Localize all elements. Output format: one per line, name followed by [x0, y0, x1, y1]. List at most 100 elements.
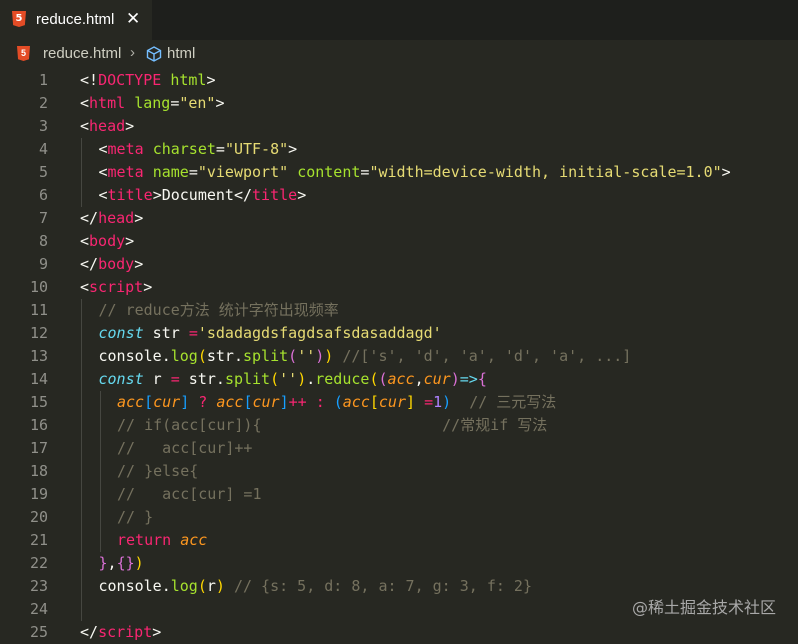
indent-guide: [99, 414, 101, 437]
code-token: head: [89, 117, 126, 135]
indent-guide: [81, 460, 82, 483]
code-line[interactable]: 16 // if(acc[cur]){ //常规if 写法: [0, 414, 798, 437]
code-token: meta: [107, 163, 144, 181]
code-token: ]: [406, 393, 416, 411]
line-number: 17: [29, 439, 48, 457]
code-text: const str ='sdadagdsfagdsafsdasaddagd': [99, 322, 442, 345]
code-token: <: [98, 186, 108, 204]
code-token: acc: [387, 370, 415, 388]
indent-guide: [81, 437, 82, 460]
code-token: ++: [288, 393, 307, 411]
code-token: <: [80, 232, 90, 250]
code-token: // }else{: [117, 462, 199, 480]
code-token: (: [197, 577, 207, 595]
code-token: // reduce方法 统计字符出现频率: [98, 301, 339, 319]
code-token: name: [152, 163, 189, 181]
code-line[interactable]: 18 // }else{: [0, 460, 798, 483]
code-token: ?: [198, 393, 208, 411]
indent-guide: [99, 483, 101, 506]
breadcrumb-element[interactable]: html: [167, 45, 195, 62]
breadcrumb-file[interactable]: reduce.html: [43, 45, 121, 62]
code-token: split: [224, 370, 271, 388]
code-token: [: [144, 393, 154, 411]
code-text: <meta name="viewport" content="width=dev…: [99, 161, 731, 184]
code-line[interactable]: 20 // }: [0, 506, 798, 529]
code-token: ): [134, 554, 144, 572]
close-icon[interactable]: ✕: [126, 9, 140, 29]
code-line[interactable]: 15 acc[cur] ? acc[cur]++ : (acc[cur] =1) …: [0, 391, 798, 414]
code-token: [: [369, 393, 379, 411]
indent-guide: [99, 460, 101, 483]
indent-guide: [81, 161, 82, 184]
code-token: >: [721, 163, 731, 181]
line-number: 2: [38, 94, 48, 112]
code-line[interactable]: 11 // reduce方法 统计字符出现频率: [0, 299, 798, 322]
code-line[interactable]: 8 <body>: [0, 230, 798, 253]
code-line[interactable]: 4 <meta charset="UTF-8">: [0, 138, 798, 161]
code-line[interactable]: 12 const str ='sdadagdsfagdsafsdasaddagd': [0, 322, 798, 345]
indent-guide: [99, 391, 101, 414]
code-token: (: [378, 370, 388, 388]
tab-reduce-html[interactable]: 5 reduce.html ✕: [0, 0, 152, 40]
line-number: 24: [29, 600, 48, 618]
line-number: 9: [38, 255, 48, 273]
line-number: 10: [29, 278, 48, 296]
code-line[interactable]: 21 return acc: [0, 529, 798, 552]
code-token: ): [442, 393, 452, 411]
code-token: head: [98, 209, 135, 227]
code-token: <: [80, 94, 90, 112]
code-line[interactable]: 9 </body>: [0, 253, 798, 276]
code-token: str.: [179, 370, 225, 388]
code-token: </: [80, 255, 99, 273]
code-token: charset: [152, 140, 216, 158]
code-line[interactable]: 7 </head>: [0, 207, 798, 230]
indent-guide: [81, 506, 82, 529]
line-number: 19: [29, 485, 48, 503]
html5-icon: 5: [17, 46, 30, 61]
line-number: 11: [29, 301, 48, 319]
code-token: ]: [279, 393, 289, 411]
indent-guide: [81, 322, 82, 345]
code-token: =>: [459, 370, 478, 388]
code-token: log: [170, 577, 198, 595]
code-line[interactable]: 6 <title>Document</title>: [0, 184, 798, 207]
line-number: 7: [38, 209, 48, 227]
line-number: 1: [38, 71, 48, 89]
indent-guide: [99, 506, 101, 529]
code-token: r: [143, 370, 171, 388]
code-text: // reduce方法 统计字符出现频率: [99, 299, 339, 322]
code-line[interactable]: 13 console.log(str.split('')) //['s', 'd'…: [0, 345, 798, 368]
code-line[interactable]: 17 // acc[cur]++: [0, 437, 798, 460]
code-token: ): [315, 347, 325, 365]
code-token: =: [188, 324, 198, 342]
code-editor[interactable]: 1 <!DOCTYPE html> 2 <html lang="en"> 3 <head>…: [0, 68, 798, 641]
code-line[interactable]: 14 const r = str.split('').reduce((acc,cu…: [0, 368, 798, 391]
code-text: console.log(r) // {s: 5, d: 8, a: 7, g: …: [99, 575, 532, 598]
code-token: lang: [134, 94, 171, 112]
code-token: {}: [116, 554, 135, 572]
code-token: // if(acc[cur]){ //常规if 写法: [117, 416, 548, 434]
line-number: 18: [29, 462, 48, 480]
code-line[interactable]: 22},{}): [0, 552, 798, 575]
code-line[interactable]: 2 <html lang="en">: [0, 92, 798, 115]
code-line[interactable]: 3 <head>: [0, 115, 798, 138]
code-token: // {s: 5, d: 8, a: 7, g: 3, f: 2}: [233, 577, 532, 595]
code-token: </: [80, 209, 99, 227]
code-token: ,: [107, 554, 117, 572]
code-token: (: [197, 347, 207, 365]
code-token: title: [252, 186, 298, 204]
code-line[interactable]: 1 <!DOCTYPE html>: [0, 69, 798, 92]
code-line[interactable]: 10 <script>: [0, 276, 798, 299]
code-line[interactable]: 25 </script>: [0, 621, 798, 644]
code-token: =: [170, 370, 180, 388]
code-text: console.log(str.split('')) //['s', 'd', …: [99, 345, 632, 368]
code-token: const: [98, 370, 144, 388]
code-line[interactable]: 19 // acc[cur] =1: [0, 483, 798, 506]
code-line[interactable]: 5 <meta name="viewport" content="width=de…: [0, 161, 798, 184]
code-token: }: [98, 554, 108, 572]
code-token: str: [143, 324, 189, 342]
